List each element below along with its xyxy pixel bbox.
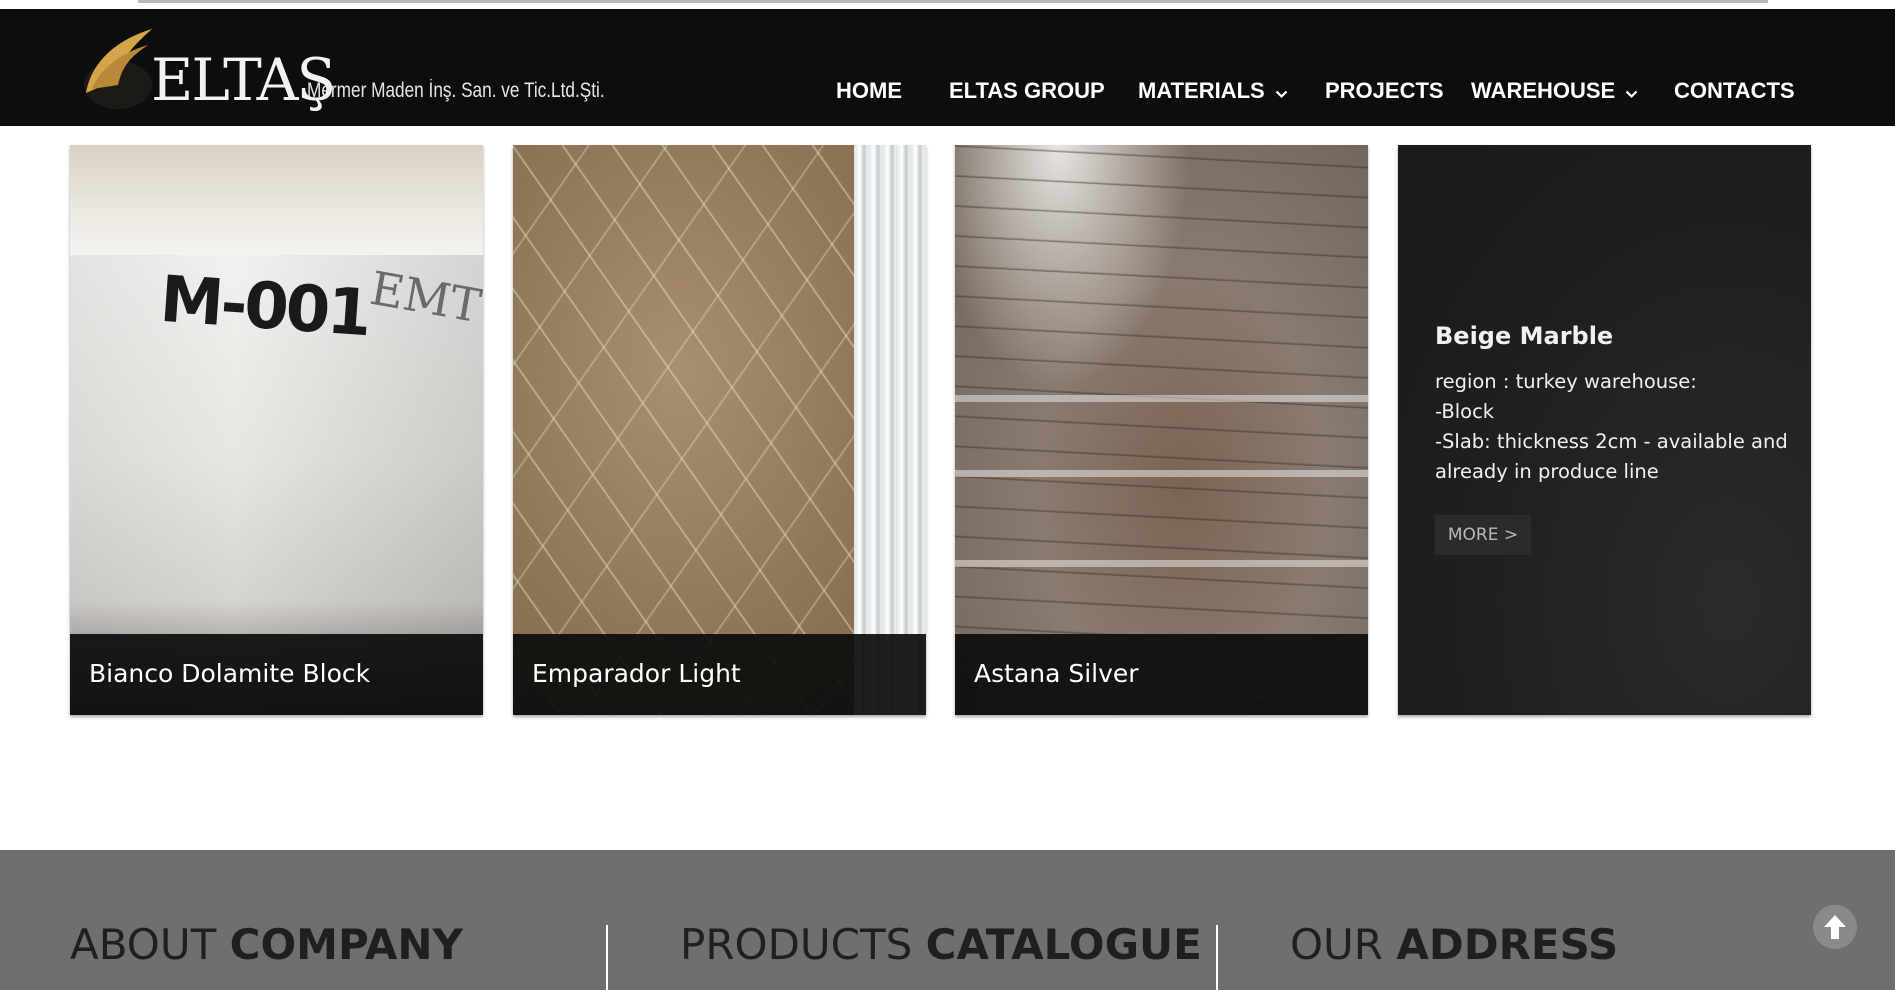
scroll-to-top-button[interactable] <box>1813 905 1857 949</box>
more-button[interactable]: MORE > <box>1435 515 1531 555</box>
product-image <box>955 145 1368 715</box>
footer-heading-about-company: ABOUT COMPANY <box>70 920 463 970</box>
card-title: Beige Marble <box>1435 322 1614 350</box>
footer-divider <box>606 925 608 990</box>
image-stripe <box>955 395 1368 402</box>
chevron-down-icon <box>1625 70 1638 114</box>
heading-light: ABOUT <box>70 920 230 969</box>
nav-materials[interactable]: MATERIALS <box>1138 69 1288 114</box>
nav-eltas-group[interactable]: ELTAS GROUP <box>949 69 1105 113</box>
heading-light: PRODUCTS <box>680 920 926 969</box>
card-caption-text: Emparador Light <box>532 659 741 688</box>
logo[interactable]: ELTAŞ Mermer Maden İnş. San. ve Tic.Ltd.… <box>78 27 605 122</box>
footer-heading-products-catalogue: PRODUCTS CATALOGUE <box>680 920 1202 970</box>
nav-projects-label: PROJECTS <box>1325 78 1444 103</box>
card-description: region : turkey warehouse: -Block -Slab:… <box>1435 367 1788 487</box>
product-image: M-001 EMT <box>70 145 483 715</box>
nav-projects[interactable]: PROJECTS <box>1325 69 1444 113</box>
product-card-astana-silver[interactable]: Astana Silver <box>955 145 1368 715</box>
image-background <box>70 145 483 255</box>
site-header: ELTAŞ Mermer Maden İnş. San. ve Tic.Ltd.… <box>0 9 1895 126</box>
card-caption: Bianco Dolamite Block <box>70 634 483 715</box>
heading-bold: CATALOGUE <box>925 920 1202 969</box>
description-line: -Slab: thickness 2cm - available and <box>1435 430 1788 453</box>
product-image <box>513 145 926 715</box>
description-line: already in produce line <box>1435 460 1659 483</box>
footer-heading-our-address: OUR ADDRESS <box>1290 920 1618 970</box>
nav-contacts[interactable]: CONTACTS <box>1674 69 1795 113</box>
nav-warehouse[interactable]: WAREHOUSE <box>1471 69 1638 114</box>
image-marking: EMT <box>366 260 483 334</box>
product-card-beige-marble[interactable]: Beige Marble region : turkey warehouse: … <box>1398 145 1811 715</box>
description-line: -Block <box>1435 400 1495 423</box>
heading-bold: ADDRESS <box>1396 920 1619 969</box>
slab-edge <box>854 145 926 715</box>
product-card-emparador-light[interactable]: Emparador Light <box>513 145 926 715</box>
chevron-down-icon <box>1275 70 1288 114</box>
image-stripe <box>955 470 1368 477</box>
footer-divider <box>1216 925 1218 990</box>
top-progress-line <box>0 0 1895 9</box>
card-caption-text: Bianco Dolamite Block <box>89 659 371 688</box>
card-caption: Emparador Light <box>513 634 926 715</box>
description-line: region : turkey warehouse: <box>1435 370 1697 393</box>
nav-warehouse-label: WAREHOUSE <box>1471 78 1616 103</box>
nav-contacts-label: CONTACTS <box>1674 78 1795 103</box>
logo-subtitle: Mermer Maden İnş. San. ve Tic.Ltd.Şti. <box>307 79 605 102</box>
site-footer: ABOUT COMPANY PRODUCTS CATALOGUE OUR ADD… <box>0 850 1895 990</box>
card-caption: Astana Silver <box>955 634 1368 715</box>
nav-home[interactable]: HOME <box>836 69 902 113</box>
card-caption-text: Astana Silver <box>974 659 1139 688</box>
heading-bold: COMPANY <box>229 920 463 969</box>
arrow-up-icon <box>1824 915 1846 939</box>
product-card-bianco-dolamite[interactable]: M-001 EMT Bianco Dolamite Block <box>70 145 483 715</box>
nav-materials-label: MATERIALS <box>1138 78 1265 103</box>
image-marking: M-001 <box>157 262 372 352</box>
logo-wing-icon <box>84 29 152 109</box>
heading-light: OUR <box>1290 920 1397 969</box>
image-stripe <box>955 560 1368 567</box>
top-line-bar <box>138 0 1768 3</box>
nav-eltas-group-label: ELTAS GROUP <box>949 78 1105 103</box>
nav-home-label: HOME <box>836 78 902 103</box>
